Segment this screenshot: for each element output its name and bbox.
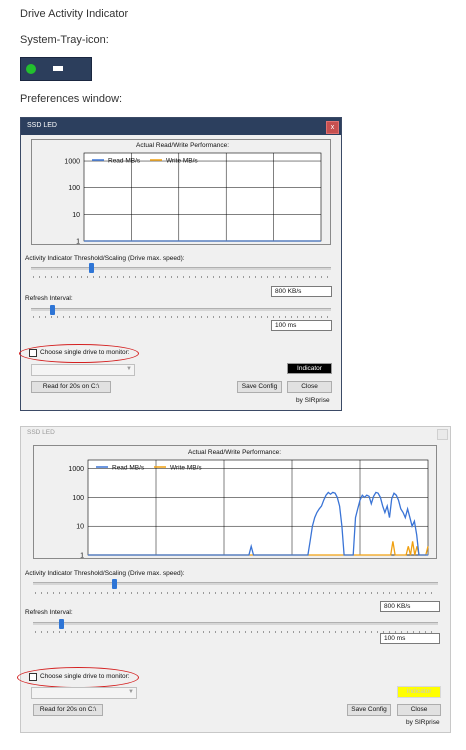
window-title: SSD LED: [27, 122, 57, 129]
page-heading-prefs: Preferences window:: [20, 93, 123, 105]
performance-chart: 1 10 100 1000 Read MB/s Write MB/s: [64, 152, 322, 245]
legend-label: Read MB/s: [112, 465, 145, 472]
indicator-box: Indicator: [287, 363, 332, 374]
threshold-slider-ticks: [33, 276, 329, 278]
refresh-slider-track[interactable]: [31, 308, 331, 311]
threshold-slider-track[interactable]: [31, 267, 331, 270]
single-drive-checkbox[interactable]: [29, 349, 37, 357]
title-bar[interactable]: SSD LED x: [21, 118, 341, 135]
y-tick-label: 1: [76, 239, 80, 245]
refresh-slider-track[interactable]: [33, 622, 438, 625]
single-drive-label: Choose single drive to monitor:: [40, 349, 130, 356]
preferences-window-1: SSD LED x Actual Read/Write Performance:…: [19, 117, 342, 411]
performance-chart: 1 10 100 1000 Read MB/s Write MB/s: [68, 459, 429, 559]
threshold-value-field[interactable]: 800 KB/s: [271, 286, 332, 297]
refresh-slider-thumb[interactable]: [59, 619, 65, 629]
indicator-box: Indicator: [397, 686, 441, 698]
close-button[interactable]: Close: [397, 704, 441, 716]
y-tick-label: 10: [72, 212, 80, 219]
threshold-value-field[interactable]: 800 KB/s: [380, 601, 440, 612]
window-title: SSD LED: [27, 429, 55, 436]
legend-label: Write MB/s: [170, 465, 202, 472]
save-config-button[interactable]: Save Config: [237, 381, 282, 393]
y-tick-label: 1000: [68, 466, 84, 473]
page-heading-app: Drive Activity Indicator: [20, 8, 129, 20]
refresh-interval-label: Refresh Interval:: [25, 295, 73, 302]
plot-area: [87, 459, 429, 556]
author-credit: by SIRprise: [296, 397, 330, 404]
chevron-down-icon: ▼: [128, 689, 134, 695]
tray-window-icon: [53, 66, 63, 71]
read-20s-button[interactable]: Read for 20s on C:\: [33, 704, 103, 716]
drive-select[interactable]: ▼: [31, 364, 135, 376]
refresh-slider-ticks: [35, 631, 436, 633]
threshold-label: Activity Indicator Threshold/Scaling (Dr…: [25, 570, 185, 577]
refresh-interval-label: Refresh Interval:: [25, 609, 73, 616]
threshold-slider-thumb[interactable]: [89, 263, 94, 273]
y-tick-label: 10: [76, 524, 84, 531]
system-tray-icon[interactable]: [20, 57, 92, 81]
read-20s-button[interactable]: Read for 20s on C:\: [31, 381, 111, 393]
close-icon[interactable]: x: [326, 121, 339, 134]
refresh-slider-ticks: [33, 316, 329, 318]
close-button[interactable]: Close: [287, 381, 332, 393]
save-config-button[interactable]: Save Config: [347, 704, 391, 716]
chevron-down-icon: ▼: [126, 366, 132, 372]
refresh-slider-thumb[interactable]: [50, 305, 55, 315]
title-bar[interactable]: SSD LED: [21, 427, 450, 441]
performance-chart-box: Actual Read/Write Performance: 1 10 100 100…: [33, 445, 437, 559]
refresh-value-field[interactable]: 100 ms: [380, 633, 440, 644]
plot-area: [83, 152, 322, 242]
single-drive-checkbox[interactable]: [29, 673, 37, 681]
threshold-slider-thumb[interactable]: [112, 579, 117, 589]
y-tick-label: 1000: [64, 159, 80, 166]
page-heading-tray: System-Tray-icon:: [20, 34, 109, 46]
refresh-value-field[interactable]: 100 ms: [271, 320, 332, 331]
close-icon[interactable]: [437, 429, 448, 440]
threshold-slider-track[interactable]: [33, 582, 438, 585]
y-tick-label: 1: [80, 553, 84, 559]
drive-select[interactable]: ▼: [31, 687, 137, 699]
threshold-label: Activity Indicator Threshold/Scaling (Dr…: [25, 255, 185, 262]
legend-label: Read MB/s: [108, 158, 141, 165]
single-drive-label: Choose single drive to monitor:: [40, 673, 130, 680]
y-tick-label: 100: [72, 495, 84, 502]
author-credit: by SIRprise: [406, 719, 440, 726]
led-indicator-icon: [26, 64, 36, 74]
y-tick-label: 100: [68, 185, 80, 192]
threshold-slider-ticks: [35, 592, 436, 594]
performance-chart-box: Actual Read/Write Performance: 1 10 100 100…: [31, 139, 331, 245]
preferences-window-2: SSD LED Actual Read/Write Performance: 1…: [17, 426, 451, 733]
legend-label: Write MB/s: [166, 158, 198, 165]
